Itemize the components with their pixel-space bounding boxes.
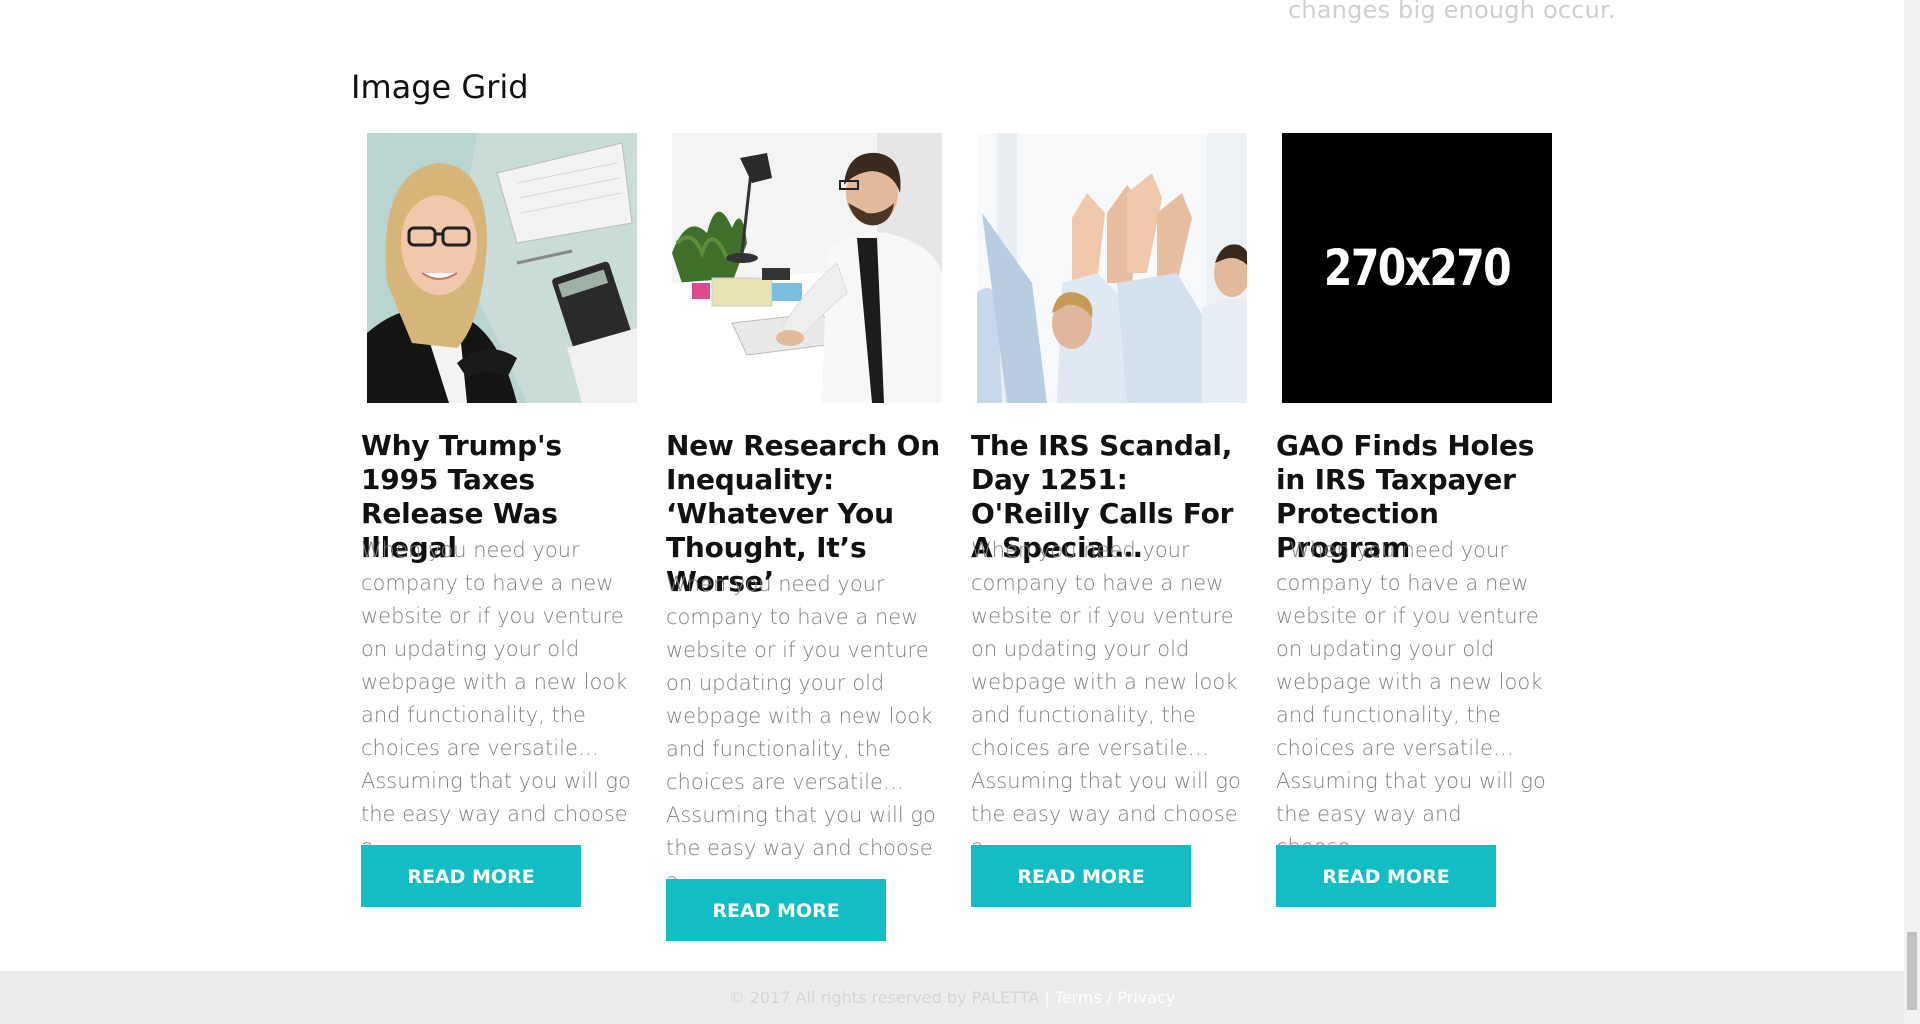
article-card-4: 270x270 GAO Finds Holes in IRS Taxpayer …	[1276, 133, 1556, 907]
article-card-2: New Research On Inequality: ‘Whatever Yo…	[666, 133, 946, 941]
article-image-2[interactable]	[672, 133, 942, 403]
read-more-button-2[interactable]: READ MORE	[666, 879, 886, 941]
read-more-button-1[interactable]: READ MORE	[361, 845, 581, 907]
footer-slash: /	[1101, 988, 1118, 1007]
article-card-3: The IRS Scandal, Day 1251: O'Reilly Call…	[971, 133, 1251, 907]
scrollbar-thumb[interactable]	[1907, 932, 1917, 1010]
article-excerpt-2: When you need your company to have a new…	[666, 572, 936, 893]
footer-terms-link[interactable]: Terms	[1055, 988, 1102, 1007]
footer-copyright: © 2017 All rights reserved by PALETTA	[728, 988, 1040, 1007]
article-excerpt-3: When you need your company to have a new…	[971, 538, 1241, 859]
section-title: Image Grid	[351, 68, 529, 106]
image-placeholder-label: 270x270	[1323, 239, 1512, 297]
previous-section-text-fragment: changes big enough occur.	[1288, 0, 1616, 24]
footer-divider: |	[1039, 988, 1055, 1007]
article-image-4[interactable]: 270x270	[1282, 133, 1552, 403]
read-more-button-3[interactable]: READ MORE	[971, 845, 1191, 907]
read-more-button-4[interactable]: READ MORE	[1276, 845, 1496, 907]
footer-privacy-link[interactable]: Privacy	[1117, 988, 1175, 1007]
article-image-1[interactable]	[367, 133, 637, 403]
article-card-1: Why Trump's 1995 Taxes Release Was Illeg…	[361, 133, 641, 907]
vertical-scrollbar[interactable]	[1904, 0, 1920, 1024]
article-excerpt-4: When you need your company to have a new…	[1276, 538, 1546, 859]
article-excerpt-1: When you need your company to have a new…	[361, 538, 631, 859]
article-image-3[interactable]	[977, 133, 1247, 403]
footer: © 2017 All rights reserved by PALETTA | …	[0, 971, 1904, 1024]
